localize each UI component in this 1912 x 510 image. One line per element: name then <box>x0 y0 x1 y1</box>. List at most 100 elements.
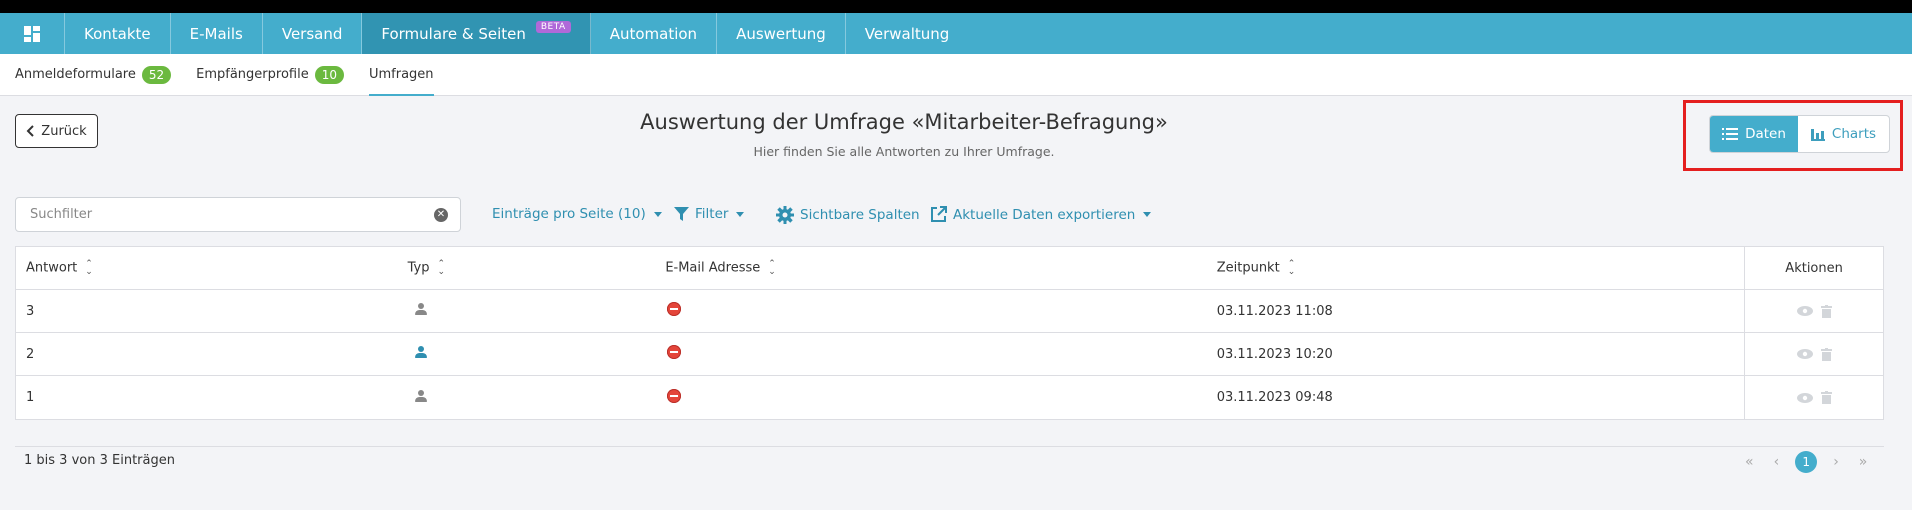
person-icon <box>414 303 427 315</box>
nav-auswertung[interactable]: Auswertung <box>717 13 846 54</box>
nav-label: Automation <box>609 24 698 43</box>
type-cell <box>408 303 666 319</box>
header-label: Typ <box>407 260 430 276</box>
actions-cell <box>1744 333 1883 375</box>
trash-icon[interactable] <box>1820 347 1832 361</box>
subnav-umfragen[interactable]: Umfragen <box>368 54 434 96</box>
subnav-anmeldeformulare[interactable]: Anmeldeformulare 52 <box>15 54 172 95</box>
answer-cell: 3 <box>26 303 35 319</box>
actions-cell <box>1744 290 1883 332</box>
header-label: Zeitpunkt <box>1216 260 1280 276</box>
responses-table: Antwort ⌃ ⌄ Typ ⌃ ⌄ E-Mail Adresse ⌃ ⌄ Zeitpun… <box>15 246 1884 420</box>
search-input[interactable] <box>28 206 434 223</box>
sort-icon: ⌃ ⌄ <box>768 259 776 277</box>
column-header-answer[interactable]: Antwort ⌃ ⌄ <box>16 259 408 277</box>
person-icon <box>414 346 427 358</box>
caret-down-icon <box>653 211 662 217</box>
eye-icon[interactable] <box>1796 306 1813 316</box>
sort-icon: ⌃ ⌄ <box>437 259 446 277</box>
time-cell: 03.11.2023 10:20 <box>1216 346 1333 362</box>
sort-icon: ⌃ ⌄ <box>85 259 93 277</box>
clear-search-icon[interactable]: ✕ <box>434 207 448 222</box>
sub-navigation: Anmeldeformulare 52 Empfängerprofile 10 … <box>0 54 1912 96</box>
prev-page-button[interactable]: ‹ <box>1774 454 1780 470</box>
visible-columns-label: Sichtbare Spalten <box>800 207 920 223</box>
column-header-actions: Aktionen <box>1744 247 1883 289</box>
filter-label: Filter <box>695 206 729 222</box>
visible-columns-button[interactable]: Sichtbare Spalten <box>776 206 920 224</box>
page-subtitle: Hier finden Sie alle Antworten zu Ihrer … <box>753 144 1055 159</box>
type-cell <box>408 346 666 362</box>
export-label: Aktuelle Daten exportieren <box>953 206 1136 223</box>
nav-emails[interactable]: E-Mails <box>171 13 263 54</box>
next-page-button[interactable]: › <box>1833 454 1839 470</box>
nav-label: Formulare & Seiten <box>381 24 526 43</box>
subnav-empfaengerprofile[interactable]: Empfängerprofile 10 <box>196 54 344 95</box>
gear-icon <box>776 206 794 224</box>
current-page-button[interactable]: 1 <box>1795 451 1818 473</box>
table-header-row: Antwort ⌃ ⌄ Typ ⌃ ⌄ E-Mail Adresse ⌃ ⌄ Zeitpun… <box>16 247 1883 290</box>
answer-cell: 2 <box>26 346 35 362</box>
subnav-label: Umfragen <box>368 67 434 82</box>
nav-label: Verwaltung <box>864 24 950 43</box>
caret-down-icon <box>1143 212 1152 217</box>
caret-down-icon <box>736 211 745 217</box>
search-filter: ✕ <box>15 197 461 232</box>
type-cell <box>408 389 666 406</box>
table-row: 3 03.11.2023 11:08 <box>16 290 1883 333</box>
header-label: Aktionen <box>1785 260 1843 276</box>
count-badge: 10 <box>314 65 344 84</box>
column-header-email[interactable]: E-Mail Adresse ⌃ ⌄ <box>665 259 1216 277</box>
nav-versand[interactable]: Versand <box>263 13 363 54</box>
entries-per-page-label: Einträge pro Seite (10) <box>492 206 646 222</box>
table-row: 2 03.11.2023 10:20 <box>16 333 1883 376</box>
table-row: 1 03.11.2023 09:48 <box>16 376 1883 419</box>
answer-cell: 1 <box>26 390 35 405</box>
footer-divider <box>15 446 1884 447</box>
trash-icon[interactable] <box>1820 391 1832 404</box>
nav-formulare-seiten[interactable]: Formulare & Seiten BETA <box>362 13 591 62</box>
funnel-icon <box>674 206 689 221</box>
eye-icon[interactable] <box>1796 349 1813 359</box>
subnav-label: Empfängerprofile <box>196 67 309 82</box>
email-cell <box>665 345 1216 363</box>
export-dropdown[interactable]: Aktuelle Daten exportieren <box>930 206 1152 223</box>
pagination: « ‹ 1 › » <box>1735 451 1877 473</box>
nav-verwaltung[interactable]: Verwaltung <box>846 13 969 54</box>
page-title: Auswertung der Umfrage «Mitarbeiter-Befr… <box>640 110 1168 134</box>
nav-label: Kontakte <box>84 24 151 43</box>
person-icon <box>414 389 427 402</box>
count-badge: 52 <box>141 65 172 84</box>
entries-per-page-dropdown[interactable]: Einträge pro Seite (10) <box>492 206 662 222</box>
top-navigation: Kontakte E-Mails Versand Formulare & Sei… <box>0 13 1912 62</box>
dashboard-icon[interactable] <box>0 13 65 54</box>
external-link-icon <box>931 206 947 222</box>
beta-badge: BETA <box>535 20 571 33</box>
actions-cell <box>1744 376 1883 419</box>
column-header-type[interactable]: Typ ⌃ ⌄ <box>407 259 666 277</box>
no-entry-icon <box>667 302 682 316</box>
email-cell <box>665 388 1216 407</box>
trash-icon[interactable] <box>1820 304 1832 318</box>
top-black-bar <box>0 0 1912 13</box>
nav-kontakte[interactable]: Kontakte <box>65 13 171 54</box>
column-header-time[interactable]: Zeitpunkt ⌃ ⌄ <box>1216 259 1744 277</box>
header-label: E-Mail Adresse <box>665 260 761 276</box>
nav-label: E-Mails <box>189 24 243 43</box>
highlight-box <box>1683 100 1903 171</box>
time-cell: 03.11.2023 11:08 <box>1216 303 1333 319</box>
first-page-button[interactable]: « <box>1745 454 1754 470</box>
subnav-label: Anmeldeformulare <box>15 67 136 82</box>
no-entry-icon <box>667 388 682 403</box>
nav-automation[interactable]: Automation <box>591 13 718 54</box>
last-page-button[interactable]: » <box>1859 454 1868 470</box>
nav-label: Auswertung <box>736 24 826 43</box>
header-label: Antwort <box>26 260 78 276</box>
time-cell: 03.11.2023 09:48 <box>1216 390 1333 405</box>
nav-label: Versand <box>281 24 343 43</box>
eye-icon[interactable] <box>1796 392 1813 403</box>
filter-dropdown[interactable]: Filter <box>674 206 745 222</box>
pagination-info: 1 bis 3 von 3 Einträgen <box>24 453 175 468</box>
no-entry-icon <box>667 345 682 359</box>
sort-icon: ⌃ ⌄ <box>1287 259 1296 277</box>
